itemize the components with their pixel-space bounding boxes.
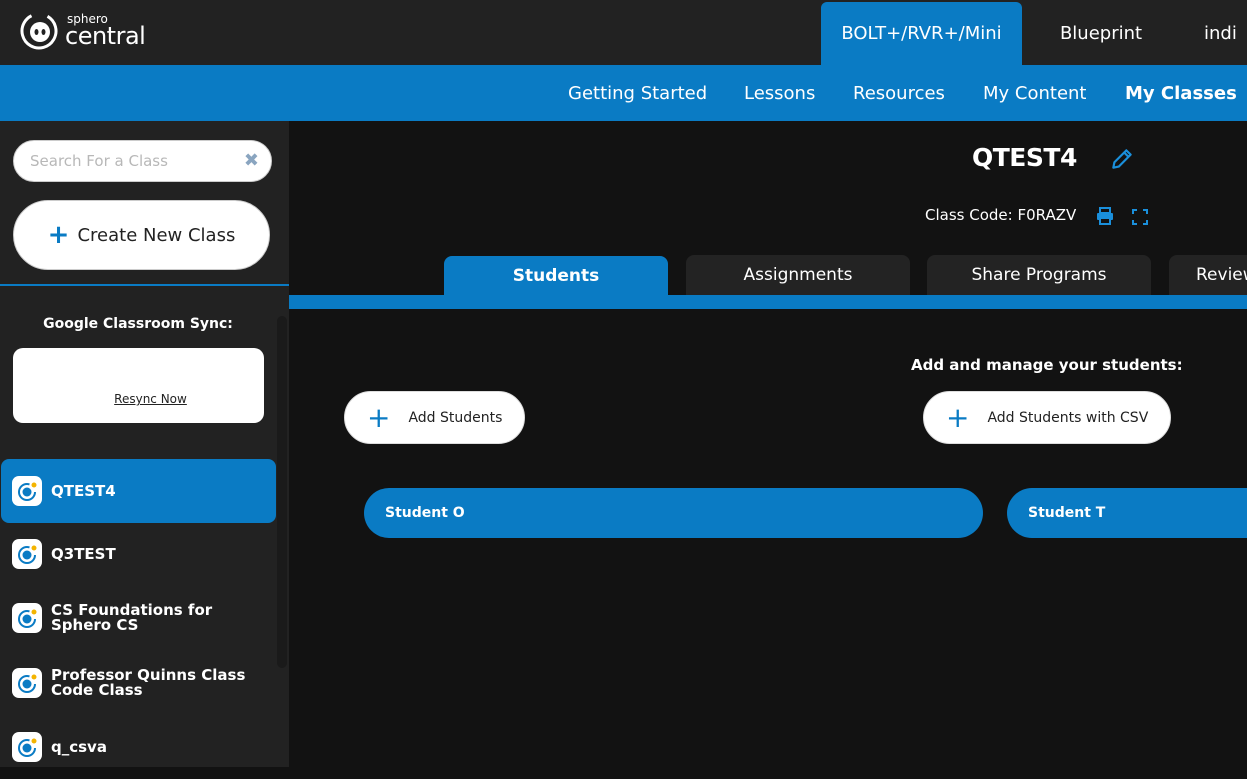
class-item-q-csva[interactable]: q_csva — [1, 715, 276, 779]
tab-review[interactable]: Review — [1169, 255, 1247, 295]
product-tab-indi[interactable]: indi — [1185, 2, 1247, 65]
class-item-label: CS Foundations for Sphero CS — [51, 601, 213, 634]
fullscreen-icon[interactable] — [1132, 209, 1148, 225]
product-tab-blueprint[interactable]: Blueprint — [1040, 2, 1162, 65]
product-tab-label: indi — [1204, 23, 1237, 44]
nav-my-classes[interactable]: My Classes — [1125, 65, 1237, 121]
tab-students[interactable]: Students — [444, 256, 668, 296]
create-new-class-label: Create New Class — [77, 224, 236, 246]
class-title: QTEST4 — [972, 143, 1077, 172]
class-item-label: Professor Quinns Class Code Class — [51, 666, 246, 699]
add-students-button[interactable]: + Add Students — [344, 391, 525, 444]
create-new-class-button[interactable]: + Create New Class — [13, 200, 270, 270]
sphero-class-icon — [12, 539, 42, 569]
product-tab-label: Blueprint — [1059, 23, 1143, 44]
sidebar-scrollbar[interactable] — [277, 316, 287, 668]
sphero-central-logo[interactable]: sphero central — [19, 10, 146, 50]
logo-big-text: central — [65, 21, 146, 50]
student-card[interactable]: Student O — [364, 488, 983, 538]
plus-icon: + — [946, 400, 970, 434]
class-detail-panel: QTEST4 Class Code: F0RAZV Students Assig… — [289, 121, 1247, 767]
sphero-class-icon — [12, 732, 42, 762]
tab-share-programs[interactable]: Share Programs — [927, 255, 1151, 295]
add-students-csv-button[interactable]: + Add Students with CSV — [923, 391, 1171, 444]
plus-icon: + — [367, 400, 391, 434]
resync-now-link[interactable]: Resync Now — [13, 392, 264, 406]
plus-icon: + — [47, 220, 70, 250]
class-item-cs-foundations[interactable]: CS Foundations for Sphero CS — [1, 586, 276, 650]
edit-pencil-icon[interactable] — [1109, 146, 1135, 172]
add-manage-label: Add and manage your students: — [911, 356, 1183, 374]
sphero-class-icon — [12, 603, 42, 633]
student-card[interactable]: Student T — [1007, 488, 1247, 538]
clear-search-icon[interactable]: ✖ — [244, 150, 259, 171]
add-students-label: Add Students — [408, 409, 503, 426]
product-tab-bolt[interactable]: BOLT+/RVR+/Mini — [821, 2, 1022, 65]
print-icon[interactable] — [1096, 207, 1114, 225]
class-item-label: q_csva — [51, 737, 107, 756]
class-item-label: Q3TEST — [51, 544, 116, 563]
nav-lessons[interactable]: Lessons — [744, 65, 815, 121]
product-tab-label: BOLT+/RVR+/Mini — [841, 23, 1002, 44]
sidebar-divider — [0, 284, 289, 286]
class-search-input[interactable] — [30, 141, 240, 181]
main-nav: Getting Started Lessons Resources My Con… — [0, 65, 1247, 121]
class-item-q3test[interactable]: Q3TEST — [1, 522, 276, 586]
class-item-qtest4[interactable]: QTEST4 — [1, 459, 276, 523]
sphero-logo-icon — [20, 12, 58, 50]
class-code: Class Code: F0RAZV — [925, 206, 1077, 224]
top-bar: sphero central BOLT+/RVR+/Mini Blueprint… — [0, 0, 1247, 65]
google-sync-label: Google Classroom Sync: — [43, 316, 233, 332]
class-search: ✖ — [13, 140, 272, 182]
tab-underline — [289, 295, 1247, 309]
class-item-label: QTEST4 — [51, 481, 116, 500]
class-sidebar: ✖ + Create New Class Google Classroom Sy… — [0, 121, 289, 767]
class-item-professor-quinns[interactable]: Professor Quinns Class Code Class — [1, 651, 276, 715]
nav-my-content[interactable]: My Content — [983, 65, 1087, 121]
add-students-csv-label: Add Students with CSV — [987, 409, 1149, 426]
nav-getting-started[interactable]: Getting Started — [568, 65, 707, 121]
nav-resources[interactable]: Resources — [853, 65, 945, 121]
google-sync-box: Resync Now — [13, 348, 264, 423]
tab-assignments[interactable]: Assignments — [686, 255, 910, 295]
sphero-class-icon — [12, 476, 42, 506]
sphero-class-icon — [12, 668, 42, 698]
